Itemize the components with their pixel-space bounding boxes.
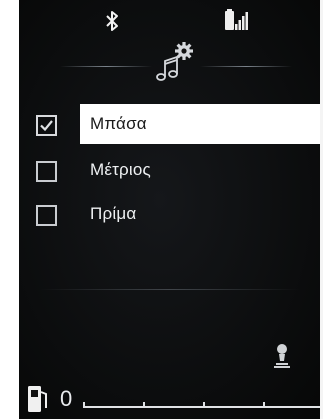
bass-highlight[interactable]: Μπάσα (80, 104, 323, 144)
audio-settings-icon (152, 40, 200, 89)
option-label: Πρίμα (90, 204, 137, 223)
mid-checkbox[interactable] (36, 161, 57, 182)
checkmark-icon (40, 120, 53, 132)
option-label: Μέτριος (90, 160, 151, 179)
header-divider-left (60, 66, 152, 67)
option-bass[interactable]: Μπάσα (19, 104, 323, 144)
option-treble[interactable]: Πρίμα (19, 194, 323, 234)
fuel-tick (203, 402, 205, 408)
treble-label-box[interactable]: Πρίμα (80, 194, 323, 234)
treble-checkbox[interactable] (36, 205, 57, 226)
fuel-gauge: 0 (19, 376, 323, 419)
option-mid[interactable]: Μέτριος (19, 150, 323, 190)
fuel-tick (143, 402, 145, 408)
phone-signal-icon (224, 9, 248, 36)
bass-checkbox[interactable] (36, 115, 57, 136)
audio-settings-screen: Μπάσα Μέτριος Πρίμα 0 (0, 0, 323, 419)
option-label: Μπάσα (90, 114, 147, 133)
fuel-pump-icon (26, 380, 50, 419)
bottom-divider (40, 289, 300, 290)
fuel-tick (263, 402, 265, 408)
seat-icon (273, 343, 291, 374)
bluetooth-icon (105, 9, 119, 38)
fuel-scale (83, 402, 323, 408)
mid-label-box[interactable]: Μέτριος (80, 150, 323, 190)
header-divider-right (200, 66, 292, 67)
fuel-tick (83, 402, 85, 408)
screen-bezel-left (0, 0, 19, 419)
fuel-level-label: 0 (60, 386, 73, 411)
